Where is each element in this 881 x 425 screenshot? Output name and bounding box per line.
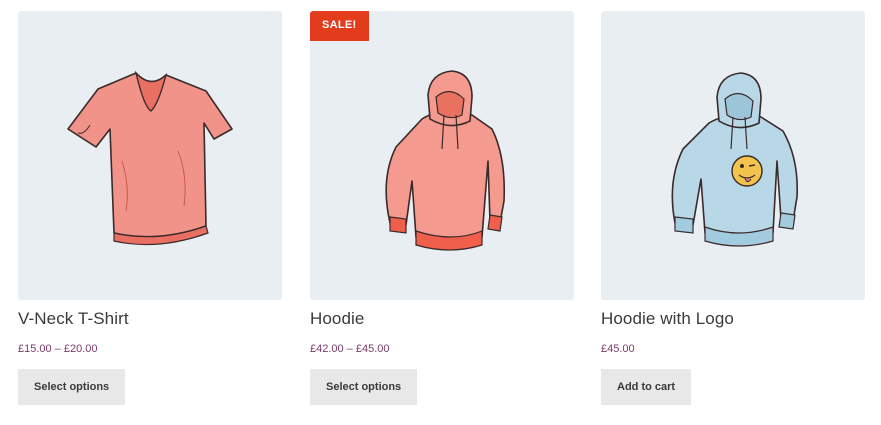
- product-price: £45.00: [601, 343, 635, 355]
- product-title[interactable]: V-Neck T-Shirt: [18, 309, 129, 329]
- hoodie-with-logo-image: [671, 72, 799, 247]
- product-card-vneck-tshirt: V-Neck T-Shirt £15.00 – £20.00 Select op…: [18, 11, 282, 405]
- product-price: £42.00 – £45.00: [310, 343, 390, 355]
- product-card-hoodie-with-logo: Hoodie with Logo £45.00 Add to cart: [601, 11, 865, 405]
- add-to-cart-button[interactable]: Add to cart: [601, 369, 692, 405]
- select-options-button[interactable]: Select options: [310, 369, 418, 405]
- product-image-link[interactable]: [601, 11, 865, 300]
- vneck-tshirt-image: [67, 70, 233, 246]
- select-options-button[interactable]: Select options: [18, 369, 126, 405]
- product-image-link[interactable]: SALE!: [310, 11, 574, 300]
- product-title[interactable]: Hoodie: [310, 309, 364, 329]
- product-image-link[interactable]: [18, 11, 282, 300]
- product-price: £15.00 – £20.00: [18, 343, 98, 355]
- product-card-hoodie: SALE! Hoodie £42.00 – £45.00 Select opti…: [310, 11, 574, 405]
- product-title[interactable]: Hoodie with Logo: [601, 309, 734, 329]
- product-grid: V-Neck T-Shirt £15.00 – £20.00 Select op…: [0, 0, 881, 425]
- sale-badge: SALE!: [310, 11, 369, 41]
- hoodie-image: [385, 70, 506, 251]
